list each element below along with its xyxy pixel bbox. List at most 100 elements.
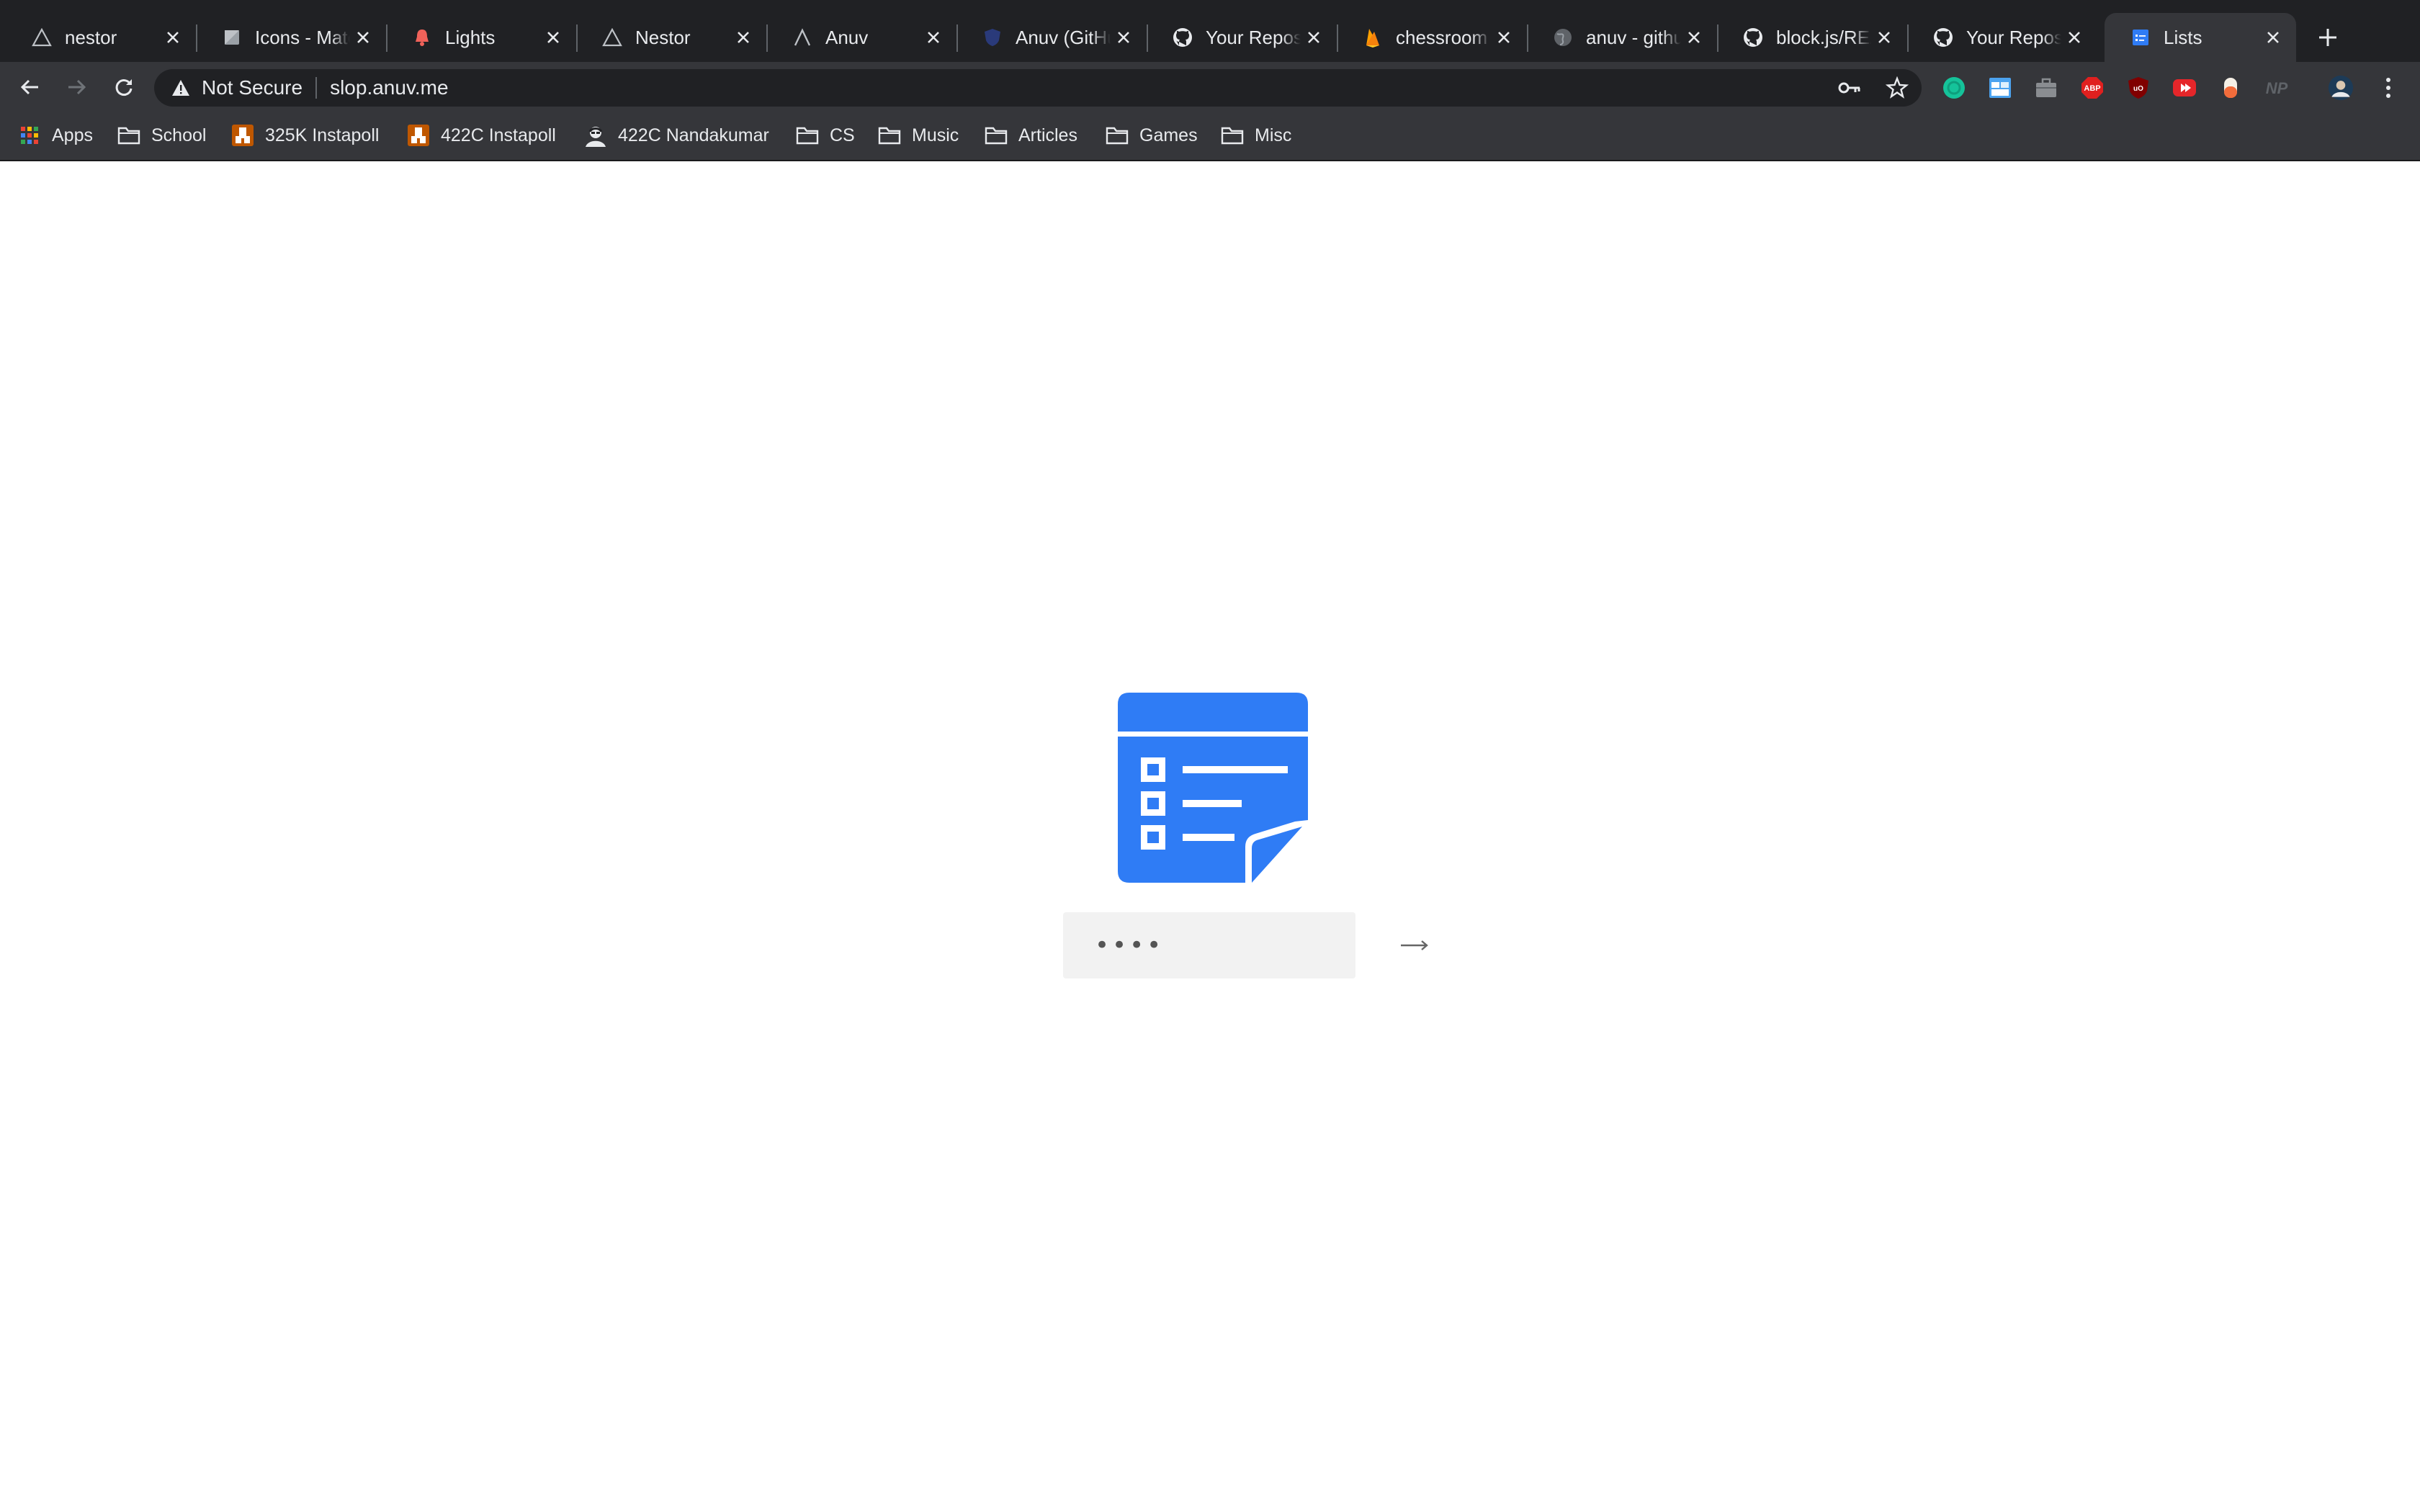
reload-icon: [115, 79, 133, 96]
tab-separator: [1147, 24, 1148, 52]
profile-avatar[interactable]: [2328, 75, 2354, 101]
ublock-icon[interactable]: uO: [2125, 75, 2151, 101]
tab-manager-icon[interactable]: [1987, 75, 2013, 101]
github-icon: [1171, 26, 1194, 49]
close-tab-icon[interactable]: [1111, 24, 1137, 50]
folder-icon: [117, 123, 141, 148]
tab-anuv[interactable]: Anuv: [766, 13, 956, 62]
tab-block-js-readme[interactable]: block.js/README: [1717, 13, 1907, 62]
tab-separator: [1717, 24, 1718, 52]
bookmark-label: Apps: [52, 125, 93, 145]
arrow-right-icon: [68, 79, 86, 95]
tab-title: Anuv: [825, 26, 869, 48]
key-icon[interactable]: [1838, 76, 1861, 99]
tab-chessroom[interactable]: chessroom: [1337, 13, 1527, 62]
tab-separator: [386, 24, 387, 52]
submit-button[interactable]: [1400, 927, 1429, 964]
tab-title: Anuv (GitHub): [1016, 26, 1111, 48]
folder-icon: [795, 123, 820, 148]
folder-icon: [984, 123, 1008, 148]
honey-icon[interactable]: [2218, 75, 2244, 101]
bookmark-label: 422C Nandakumar: [618, 125, 769, 145]
close-tab-icon[interactable]: [160, 24, 186, 50]
close-tab-icon[interactable]: [350, 24, 376, 50]
browser-menu-button[interactable]: [2375, 75, 2401, 101]
bookmark-label: 325K Instapoll: [265, 125, 380, 145]
tab-separator: [196, 24, 197, 52]
close-tab-icon[interactable]: [2260, 24, 2286, 50]
close-tab-icon[interactable]: [1491, 24, 1517, 50]
tab-lists[interactable]: Lists: [2105, 13, 2296, 62]
password-input[interactable]: [1095, 924, 1400, 967]
new-tab-button[interactable]: [2312, 22, 2344, 53]
close-tab-icon[interactable]: [1871, 24, 1897, 50]
tab-strip: nestor Icons - Material Design Lights Ne…: [0, 0, 2420, 62]
bookmark-label: 422C Instapoll: [441, 125, 556, 145]
tab-title: Icons - Material Design: [255, 26, 350, 48]
bookmark-games[interactable]: Games: [1105, 122, 1198, 148]
arrow-left-icon: [20, 79, 38, 95]
tab-separator: [1527, 24, 1528, 52]
youtube-extension-icon[interactable]: [2172, 75, 2197, 101]
grammarly-icon[interactable]: [1941, 75, 1967, 101]
address-bar[interactable]: Not Secure slop.anuv.me: [154, 69, 1922, 107]
security-status-label[interactable]: Not Secure: [202, 76, 302, 99]
tab-title: nestor: [65, 26, 117, 48]
tab-your-repositories-2[interactable]: Your Repositories: [1907, 13, 2097, 62]
close-tab-icon[interactable]: [730, 24, 756, 50]
adblock-plus-icon[interactable]: ABP: [2079, 75, 2105, 101]
tab-separator: [766, 24, 768, 52]
tab-anuv-github[interactable]: Anuv (GitHub): [956, 13, 1147, 62]
bookmarks-bar: Apps School 325K Instapoll 422C Instapol…: [0, 112, 2420, 161]
folder-icon: [1105, 123, 1129, 148]
bookmark-apps[interactable]: Apps: [17, 122, 93, 148]
bookmark-cs[interactable]: CS: [795, 122, 855, 148]
bookmark-articles[interactable]: Articles: [984, 122, 1077, 148]
svg-text:NP: NP: [2266, 79, 2288, 97]
lists-app-icon: [2129, 26, 2152, 49]
apps-grid-icon: [17, 123, 42, 148]
github-icon: [1742, 26, 1765, 49]
tab-your-repositories[interactable]: Your Repositories: [1147, 13, 1337, 62]
folder-icon: [877, 123, 902, 148]
folder-icon: [1220, 123, 1245, 148]
back-button[interactable]: [14, 71, 46, 103]
tab-title: Lists: [2164, 26, 2202, 48]
tab-lights[interactable]: Lights: [386, 13, 576, 62]
page-content: [0, 161, 2420, 1512]
np-icon[interactable]: NP: [2264, 75, 2290, 101]
url-text[interactable]: slop.anuv.me: [330, 76, 448, 99]
briefcase-icon[interactable]: [2033, 75, 2059, 101]
bookmark-star-icon[interactable]: [1886, 76, 1909, 99]
chevron-logo-icon: [791, 26, 814, 49]
bookmark-misc[interactable]: Misc: [1220, 122, 1291, 148]
forward-button[interactable]: [60, 71, 92, 103]
bookmark-label: Articles: [1018, 125, 1077, 145]
tab-nestor[interactable]: nestor: [6, 13, 196, 62]
triangle-logo-icon: [30, 26, 53, 49]
bookmark-school[interactable]: School: [117, 122, 206, 148]
password-field-container: [1063, 912, 1428, 978]
tab-anuv-github-2[interactable]: anuv - github: [1527, 13, 1717, 62]
close-tab-icon[interactable]: [2061, 24, 2087, 50]
warning-icon[interactable]: [171, 78, 192, 98]
bookmark-label: Misc: [1255, 125, 1292, 145]
bookmark-label: Music: [912, 125, 959, 145]
bookmark-422c-nandakumar[interactable]: 422C Nandakumar: [583, 122, 769, 148]
tab-separator: [1337, 24, 1338, 52]
tab-icons-material[interactable]: Icons - Material Design: [196, 13, 386, 62]
bookmark-325k-instapoll[interactable]: 325K Instapoll: [230, 122, 379, 148]
tab-nestor-2[interactable]: Nestor: [576, 13, 766, 62]
tab-title: anuv - github: [1586, 26, 1681, 48]
close-tab-icon[interactable]: [1301, 24, 1327, 50]
reload-button[interactable]: [108, 71, 140, 103]
close-tab-icon[interactable]: [920, 24, 946, 50]
close-tab-icon[interactable]: [540, 24, 566, 50]
instapoll-icon: [230, 123, 255, 148]
close-tab-icon[interactable]: [1681, 24, 1707, 50]
bookmark-422c-instapoll[interactable]: 422C Instapoll: [406, 122, 556, 148]
omnibox-divider: [315, 77, 318, 99]
browser-chrome: nestor Icons - Material Design Lights Ne…: [0, 0, 2420, 161]
bookmark-music[interactable]: Music: [877, 122, 959, 148]
tab-title: Your Repositories: [1206, 26, 1301, 48]
